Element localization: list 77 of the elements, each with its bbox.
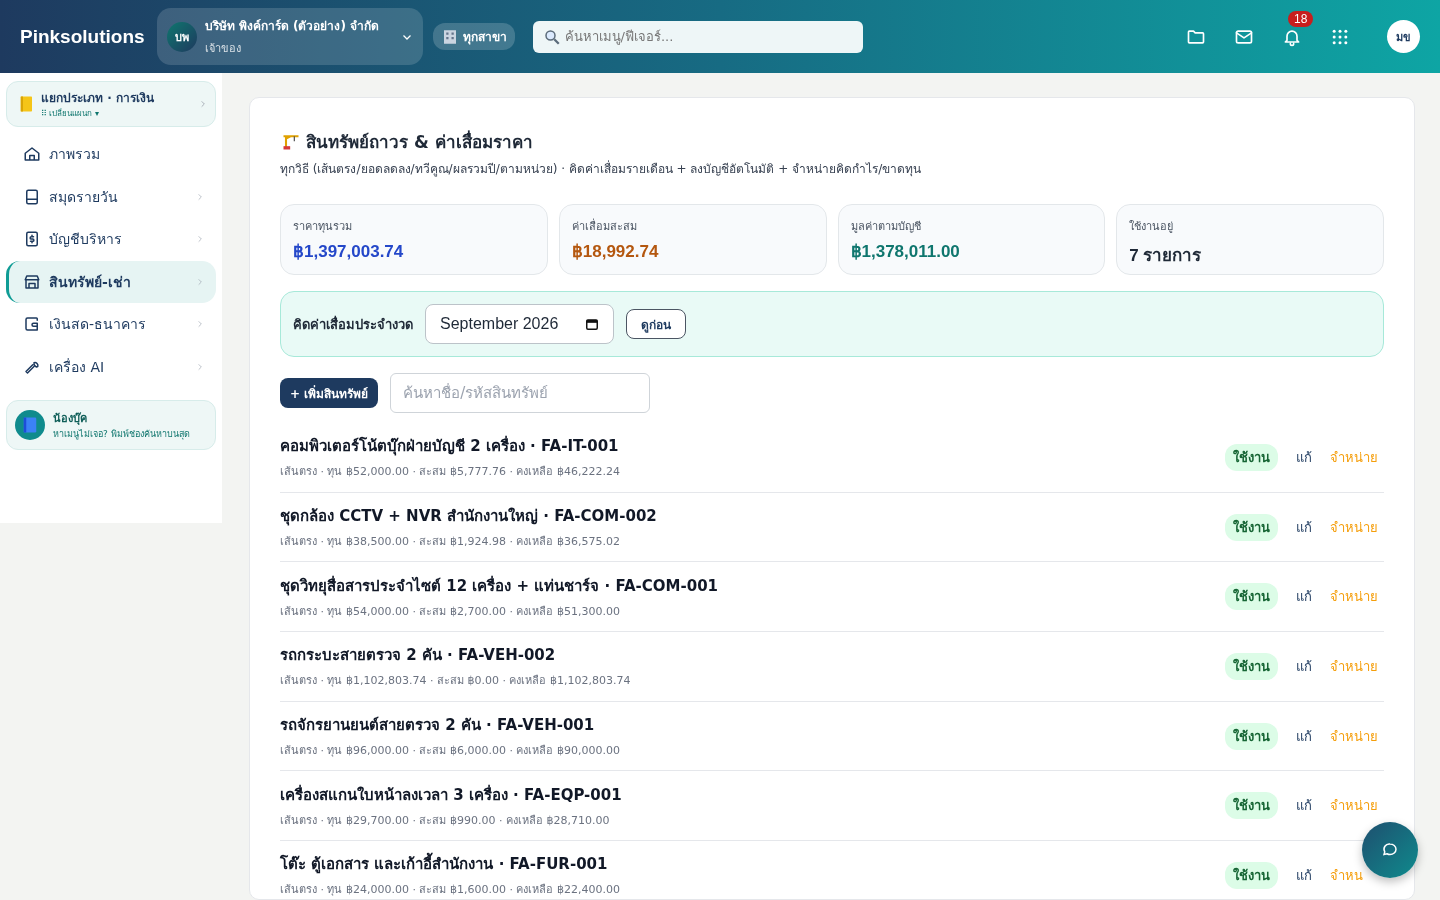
asset-details: เส้นตรง · ทุน ฿96,000.00 · สะสม ฿6,000.00 · คงเหลือ ฿90,000.00 [280,743,621,760]
page-title: สินทรัพย์ถาวร & ค่าเสื่อมราคา [306,129,533,154]
asset-title: เครื่องสแกนใบหน้าลงเวลา 3 เครื่อง · FA-EQP-001 [280,783,623,806]
company-avatar: บพ [166,21,197,52]
store-icon [23,272,41,291]
user-avatar[interactable]: มข [1387,20,1420,53]
sidebar-item[interactable]: บัญชีบริหาร [6,218,216,261]
department-switcher[interactable]: แยกประเภท · การเงิน ⠿ เปลี่ยนแผนก ▾ [6,81,216,127]
stat-label: ใช้งานอยู่ [1129,219,1175,235]
search-icon [542,27,561,46]
page-subtitle: ทุกวิธี (เส้นตรง/ยอดลดลง/ทวีคูณ/ผลรวมปี/ตามหน่วย) · คิดค่าเสื่อมรายเดือน + ลงบัญชีอัตโนมัติ + จำหน่ายคิดกำไร/ขาดทุน [280,159,923,178]
sidebar-item[interactable]: ภาพรวม [6,133,216,176]
preview-button[interactable]: ดูก่อน [626,309,686,339]
notebook-icon [23,187,41,206]
branch-button[interactable]: ทุกสาขา [432,23,515,50]
receipt-icon [23,230,41,249]
company-role: เจ้าของ [204,41,242,57]
sidebar-item[interactable]: สินทรัพย์-เช่า [6,260,216,303]
stat-value: ฿1,397,003.74 [293,241,405,262]
asset-title: รถจักรยานยนต์สายตรวจ 2 คัน · FA-VEH-001 [280,715,596,737]
asset-title: ชุดวิทยุสื่อสารประจำไซต์ 12 เครื่อง + แท่นชาร์จ · FA-COM-001 [280,574,720,598]
edit-link[interactable]: แก้ [1292,795,1316,817]
company-name: บริษัท พิงค์การ์ด (ตัวอย่าง) จำกัด [204,18,381,35]
asset-details: เส้นตรง · ทุน ฿38,500.00 · สะสม ฿1,924.98 · คงเหลือ ฿36,575.02 [280,534,621,551]
stat-value: 7 รายการ [1129,245,1203,267]
asset-details: เส้นตรง · ทุน ฿52,000.00 · สะสม ฿5,777.76 · คงเหลือ ฿46,222.24 [280,464,621,481]
asset-title: คอมพิวเตอร์โน้ตบุ๊กฝ่ายบัญชี 2 เครื่อง · FA-IT-001 [280,434,620,458]
stat-label: มูลค่าตามบัญชี [850,219,922,235]
chevron-icon [196,192,204,201]
status-badge: ใช้งาน [1225,443,1278,471]
department-title: แยกประเภท · การเงิน [41,90,155,107]
sidebar-item[interactable]: สมุดรายวัน [6,175,216,218]
status-badge: ใช้งาน [1225,792,1278,820]
status-badge: ใช้งาน [1225,513,1278,541]
status-badge: ใช้งาน [1225,652,1278,680]
depreciation-label: คิดค่าเสื่อมประจำงวด [293,314,413,334]
asset-title: โต๊ะ ตู้เอกสาร และเก้าอี้สำนักงาน · FA-FUR-001 [280,852,1211,877]
chevron-icon [196,235,204,244]
asset-title: รถกระบะสายตรวจ 2 คัน · FA-VEH-002 [280,645,557,667]
brand-name: Pinksolutions [20,25,145,48]
switch-department-link[interactable]: ⠿ เปลี่ยนแผนก ▾ [41,107,193,120]
edit-link[interactable]: แก้ [1292,516,1316,538]
asset-title: ชุดกล้อง CCTV + NVR สำนักงานใหญ่ · FA-COM-002 [280,506,658,528]
status-badge: ใช้งาน [1225,722,1278,750]
stat-value: ฿1,378,011.00 [850,241,961,262]
edit-link[interactable]: แก้ [1292,864,1316,886]
status-badge: ใช้งาน [1225,583,1278,611]
notification-badge: 18 [1288,10,1314,27]
edit-link[interactable]: แก้ [1292,446,1316,468]
asset-details: เส้นตรง · ทุน ฿1,102,803.74 · สะสม ฿0.00 · คงเหลือ ฿1,102,803.74 [280,673,632,690]
sidebar-item[interactable]: เครื่อง AI [6,345,216,388]
sidebar-item[interactable]: เงินสด-ธนาคาร [6,303,216,346]
month-field[interactable]: September 2026 [425,304,614,344]
asset-details: เส้นตรง · ทุน ฿24,000.00 · สะสม ฿1,600.00 · คงเหลือ ฿22,400.00 [280,882,621,899]
chevron-icon [196,320,204,329]
asset-details: เส้นตรง · ทุน ฿29,700.00 · สะสม ฿990.00 · คงเหลือ ฿28,710.00 [280,812,611,829]
helper-text: หาเมนูไม่เจอ? พิมพ์ช่องค้นหาบนสุด [53,428,190,441]
company-switcher[interactable]: บพ บริษัท พิงค์การ์ด (ตัวอย่าง) จำกัด เจ้าของ [156,8,423,65]
asset-details: เส้นตรง · ทุน ฿54,000.00 · สะสม ฿2,700.00 · คงเหลือ ฿51,300.00 [280,603,621,620]
chevron-icon [199,100,207,108]
home-icon [23,145,41,164]
stat-label: ราคาทุนรวม [293,219,353,235]
search-field[interactable]: ค้นหาเมนู/ฟีเจอร์... [532,20,863,53]
stat-value: ฿18,992.74 [571,241,660,262]
status-badge: ใช้งาน [1225,861,1278,889]
chevron-icon [196,277,204,286]
edit-link[interactable]: แก้ [1292,655,1316,677]
add-asset-button[interactable]: + เพิ่มสินทรัพย์ [280,378,379,408]
asset-search-field[interactable]: ค้นหาชื่อ/รหัสสินทรัพย์ [390,373,651,413]
stat-label: ค่าเสื่อมสะสม [571,217,638,235]
edit-link[interactable]: แก้ [1292,586,1316,608]
edit-link[interactable]: แก้ [1292,725,1316,747]
helper-title: น้องบุ๊ค [53,411,88,427]
chevron-icon [196,362,204,371]
book-avatar-icon [15,410,45,440]
calendar-icon [585,317,599,331]
wallet-icon [23,315,41,334]
